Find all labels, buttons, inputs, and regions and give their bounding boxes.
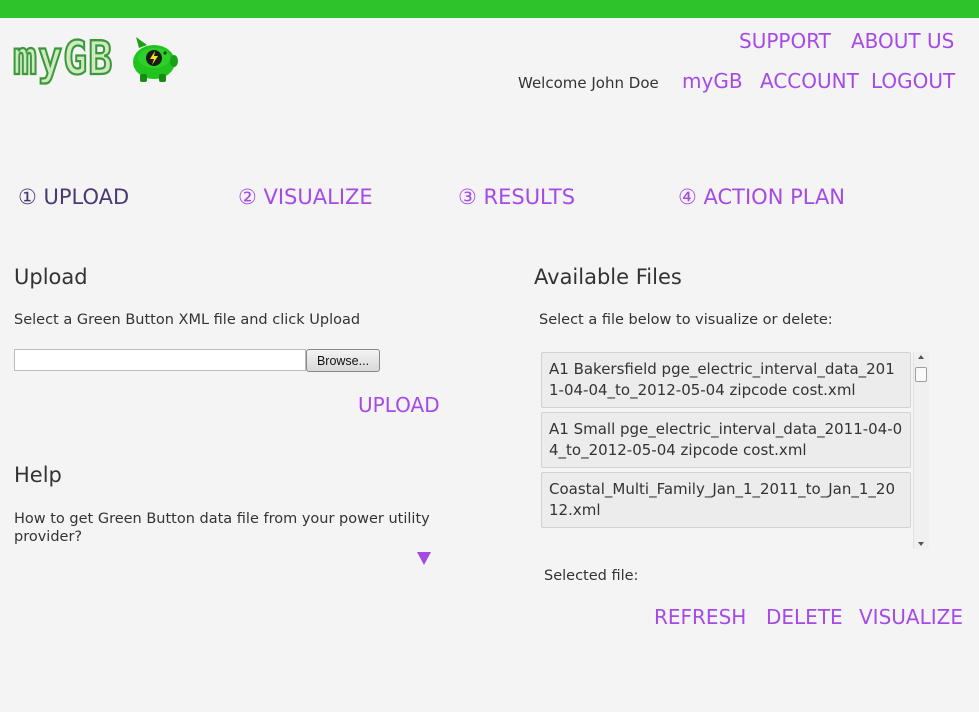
browse-button[interactable]: Browse... [306,349,380,372]
visualize-button[interactable]: VISUALIZE [859,605,963,629]
upload-button[interactable]: UPLOAD [358,393,440,417]
files-instruction: Select a file below to visualize or dele… [539,312,833,328]
step-upload[interactable]: ① UPLOAD [18,185,129,209]
scroll-up-icon[interactable] [918,355,924,359]
file-list[interactable]: A1 Bakersfield pge_electric_interval_dat… [541,352,911,549]
nav-about-us[interactable]: ABOUT US [851,29,954,53]
available-files-heading: Available Files [534,265,682,289]
step-visualize[interactable]: ② VISUALIZE [238,185,373,209]
file-item[interactable]: A1 Bakersfield pge_electric_interval_dat… [541,352,911,408]
refresh-button[interactable]: REFRESH [654,605,746,629]
scroll-thumb[interactable] [915,367,927,382]
expand-arrow-icon[interactable] [417,552,431,565]
file-list-scrollbar[interactable] [913,352,929,549]
nav-account[interactable]: ACCOUNT [760,69,859,93]
nav-support[interactable]: SUPPORT [739,29,831,53]
delete-button[interactable]: DELETE [766,605,843,629]
logo-text: myGB [12,32,114,86]
nav-logout[interactable]: LOGOUT [871,69,955,93]
step-action-plan[interactable]: ④ ACTION PLAN [678,185,845,209]
top-green-bar [0,0,979,18]
step-results[interactable]: ③ RESULTS [458,185,575,209]
logo[interactable]: myGB [12,32,179,86]
selected-file-label: Selected file: [544,568,639,584]
file-item[interactable]: Coastal_Multi_Family_Jan_1_2011_to_Jan_1… [541,472,911,528]
welcome-text: Welcome John Doe [518,74,659,92]
scroll-down-icon[interactable] [918,542,924,546]
upload-heading: Upload [14,265,88,289]
help-question: How to get Green Button data file from y… [14,511,430,545]
piggy-bank-icon [133,37,179,82]
file-item[interactable]: A1 Small pge_electric_interval_data_2011… [541,412,911,468]
file-path-field[interactable] [14,349,306,371]
help-heading: Help [14,463,62,487]
upload-instruction: Select a Green Button XML file and click… [14,312,361,328]
nav-mygb[interactable]: myGB [682,69,743,93]
